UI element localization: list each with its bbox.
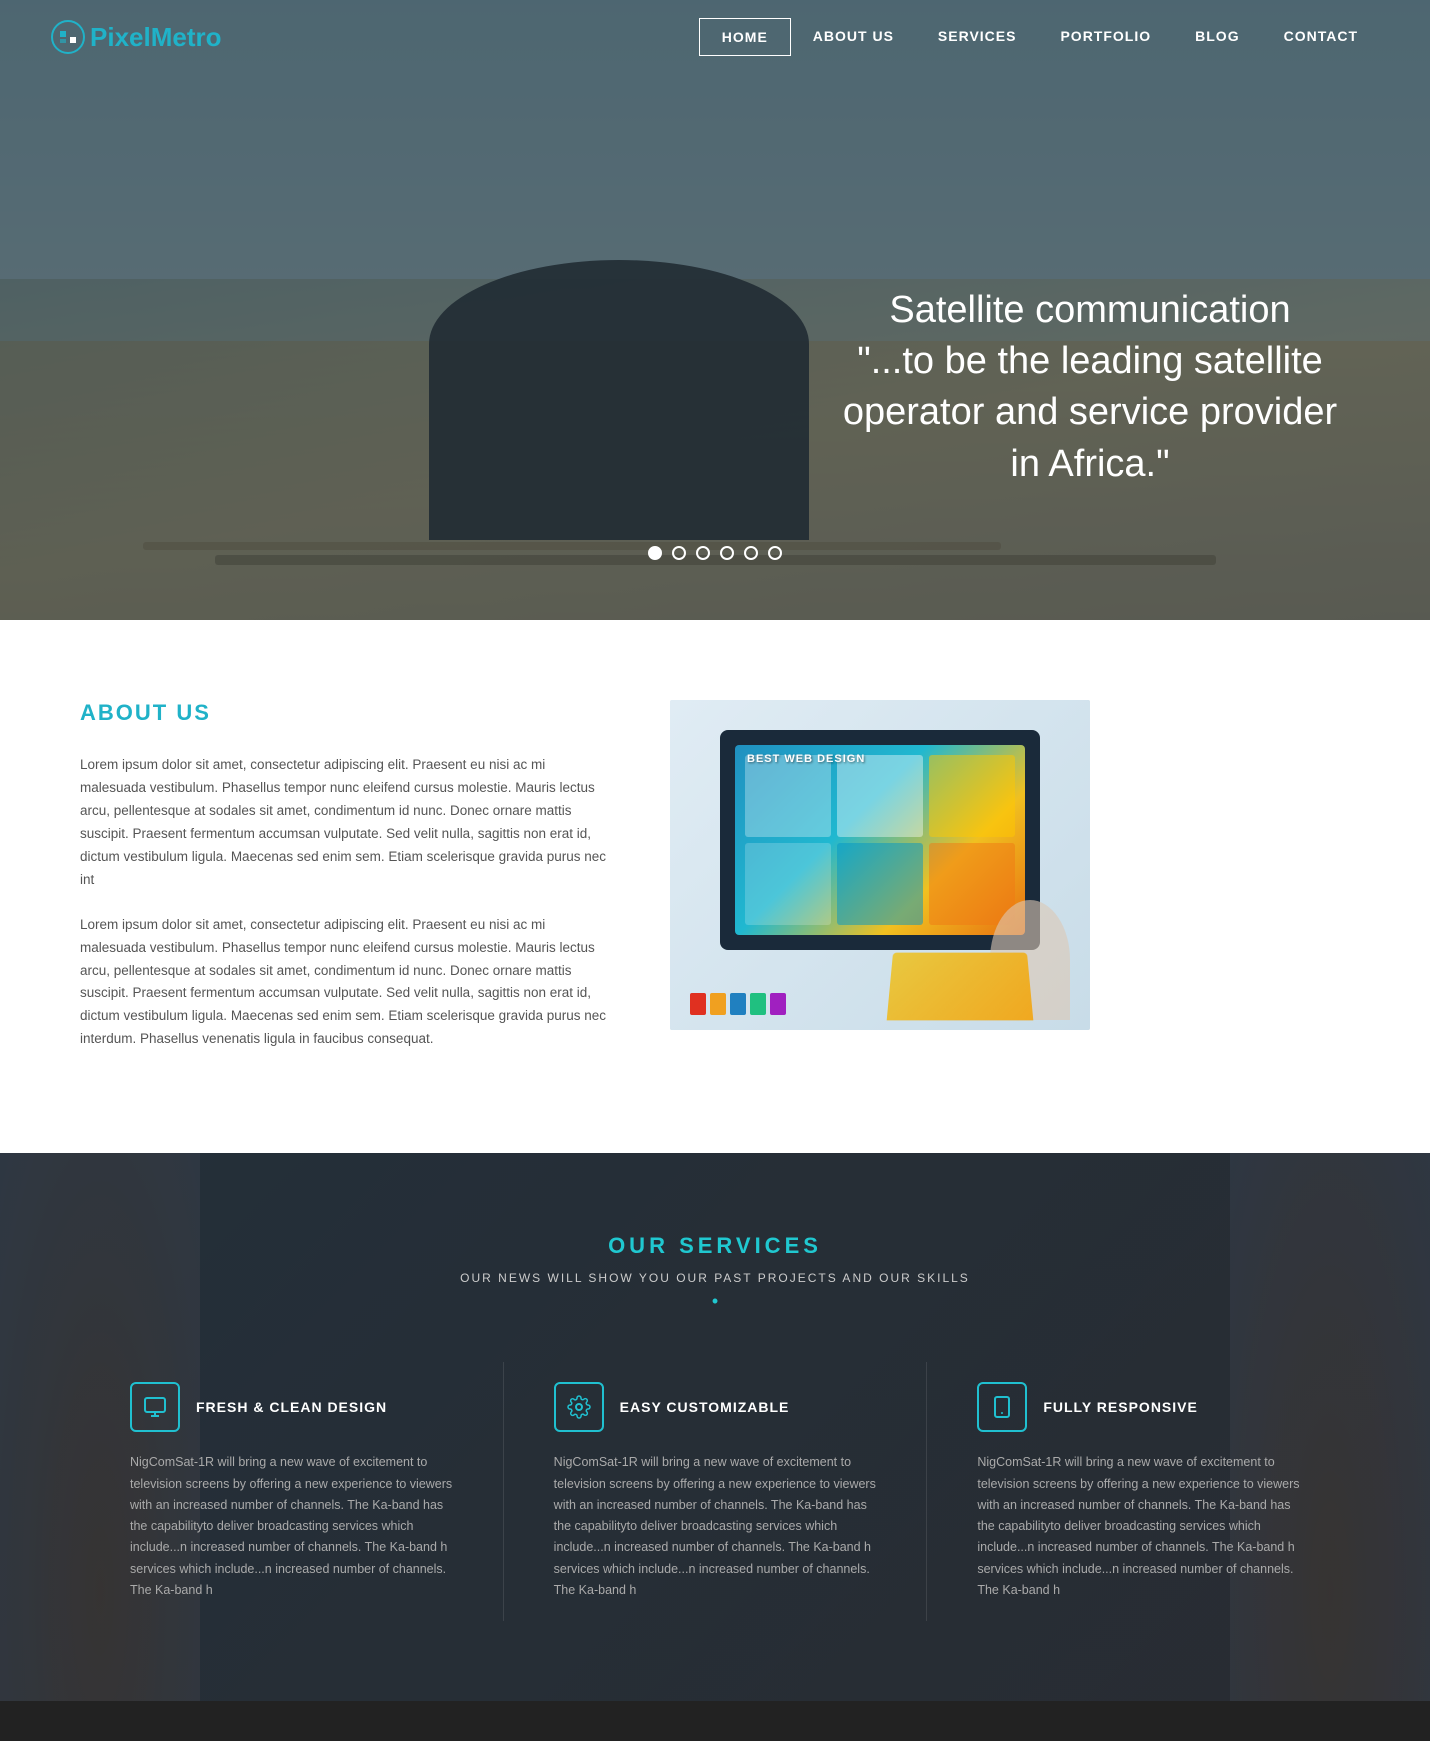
service-col-3: FULLY RESPONSIVE NigComSat-1R will bring… xyxy=(927,1362,1350,1621)
service-desc-2: NigComSat-1R will bring a new wave of ex… xyxy=(554,1452,877,1601)
hero-title: Satellite communication "...to be the le… xyxy=(830,285,1350,490)
nav-portfolio[interactable]: PORTFOLIO xyxy=(1038,18,1173,56)
nav-about[interactable]: ABOUT US xyxy=(791,18,916,56)
about-para2: Lorem ipsum dolor sit amet, consectetur … xyxy=(80,914,610,1052)
hero-content: Satellite communication "...to be the le… xyxy=(830,285,1350,490)
mobile-icon xyxy=(990,1395,1014,1419)
slider-dot-4[interactable] xyxy=(720,546,734,560)
screen-label: BEST WEB DESIGN xyxy=(747,753,865,765)
service-icon-row-1: FRESH & CLEAN DESIGN xyxy=(130,1382,453,1432)
service-col-1: FRESH & CLEAN DESIGN NigComSat-1R will b… xyxy=(80,1362,504,1621)
about-image: BEST WEB DESIGN xyxy=(670,700,1090,1030)
monitor-icon xyxy=(143,1395,167,1419)
gear-icon xyxy=(567,1395,591,1419)
slider-dot-5[interactable] xyxy=(744,546,758,560)
about-para1: Lorem ipsum dolor sit amet, consectetur … xyxy=(80,754,610,892)
service-desc-3: NigComSat-1R will bring a new wave of ex… xyxy=(977,1452,1300,1601)
nav-services[interactable]: SERVICES xyxy=(916,18,1039,56)
services-dot: • xyxy=(80,1291,1350,1312)
logo-icon xyxy=(50,19,86,55)
services-grid: FRESH & CLEAN DESIGN NigComSat-1R will b… xyxy=(80,1362,1350,1621)
slider-dots xyxy=(648,546,782,560)
slider-dot-2[interactable] xyxy=(672,546,686,560)
service-icon-row-2: EASY CUSTOMIZABLE xyxy=(554,1382,877,1432)
services-heading: OUR SERVICES xyxy=(80,1233,1350,1259)
monitor-shape: BEST WEB DESIGN xyxy=(720,730,1040,950)
nav-blog[interactable]: BLOG xyxy=(1173,18,1261,56)
monitor-screen: BEST WEB DESIGN xyxy=(735,745,1025,935)
service-title-1: FRESH & CLEAN DESIGN xyxy=(196,1399,387,1415)
screen-content xyxy=(745,755,1015,925)
hero-section: Satellite communication "...to be the le… xyxy=(0,0,1430,620)
nav-contact[interactable]: CONTACT xyxy=(1262,18,1380,56)
about-text: ABOUT US Lorem ipsum dolor sit amet, con… xyxy=(80,700,610,1073)
services-inner: OUR SERVICES OUR NEWS WILL SHOW YOU OUR … xyxy=(80,1233,1350,1621)
service-title-2: EASY CUSTOMIZABLE xyxy=(620,1399,790,1415)
slider-dot-3[interactable] xyxy=(696,546,710,560)
slider-dot-1[interactable] xyxy=(648,546,662,560)
logo-brand2: Metro xyxy=(151,22,222,52)
service-col-2: EASY CUSTOMIZABLE NigComSat-1R will brin… xyxy=(504,1362,928,1621)
main-nav: HOME ABOUT US SERVICES PORTFOLIO BLOG CO… xyxy=(699,18,1380,56)
logo[interactable]: PixelMetro xyxy=(50,19,222,55)
services-subtitle: OUR NEWS WILL SHOW YOU OUR PAST PROJECTS… xyxy=(80,1271,1350,1285)
about-heading: ABOUT US xyxy=(80,700,610,726)
page-footer xyxy=(0,1701,1430,1741)
slider-dot-6[interactable] xyxy=(768,546,782,560)
color-swatches xyxy=(690,993,786,1015)
logo-brand: Pixel xyxy=(90,22,151,52)
service-icon-monitor xyxy=(130,1382,180,1432)
site-header: PixelMetro HOME ABOUT US SERVICES PORTFO… xyxy=(0,0,1430,74)
service-desc-1: NigComSat-1R will bring a new wave of ex… xyxy=(130,1452,453,1601)
service-icon-mobile xyxy=(977,1382,1027,1432)
services-section: OUR SERVICES OUR NEWS WILL SHOW YOU OUR … xyxy=(0,1153,1430,1701)
about-section: ABOUT US Lorem ipsum dolor sit amet, con… xyxy=(0,620,1430,1153)
service-title-3: FULLY RESPONSIVE xyxy=(1043,1399,1197,1415)
service-icon-gear xyxy=(554,1382,604,1432)
about-image-placeholder: BEST WEB DESIGN xyxy=(670,700,1090,1030)
laptop-shape xyxy=(887,953,1034,1021)
nav-home[interactable]: HOME xyxy=(699,18,791,56)
service-icon-row-3: FULLY RESPONSIVE xyxy=(977,1382,1300,1432)
